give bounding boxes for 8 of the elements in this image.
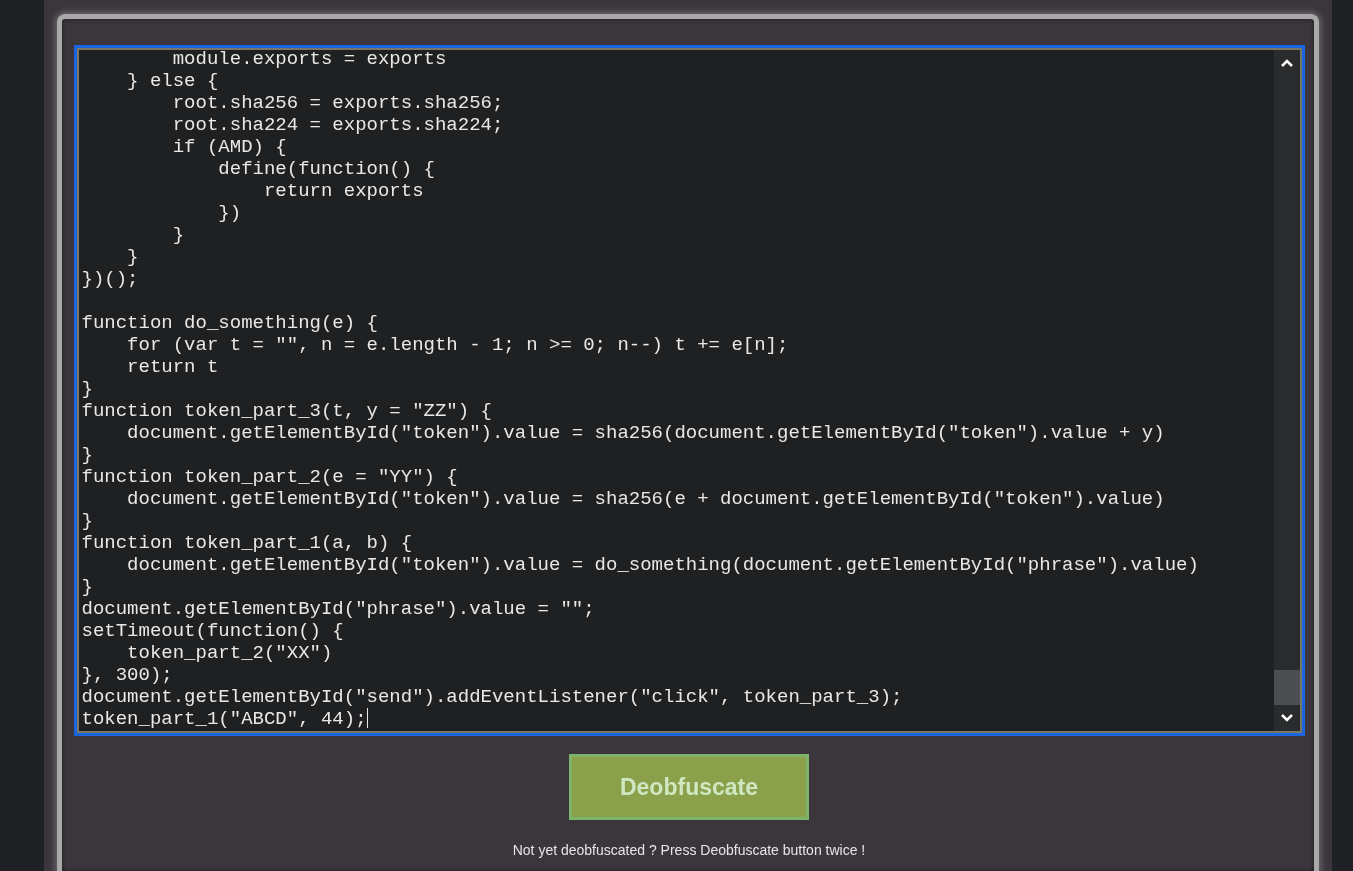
chevron-up-icon (1279, 58, 1294, 68)
hint-text: Not yet deobfuscated ? Press Deobfuscate button twice ! (512, 842, 866, 858)
text-cursor (366, 708, 368, 728)
scrollbar-thumb[interactable] (1273, 670, 1300, 705)
code-text: module.exports = exports } else { root.sha256 = exports.sha256; root.sha224 = exports.sha224; if (AMD) { define(function() { return exports }) } } })(); function do_something(e) { for (var t = "", n = e.length - 1; n >= 0; n--) t += e[n]; return t } function token_part_3(t, y = "ZZ") { document.getElementById("token").value = sha256(document.getElementById("token").value + y) } function token_part_2(e = "YY") { document.getElementById("token").value = sha256(e + document.getElementById("token").value) } function token_part_1(a, b) { document.getElementById("token").value = do_something(document.getElementById("phrase").value) } document.getElementById("phrase").value = ""; setTimeout(function() { token_part_2("XX") }, 300); document.getElementById("send").addEventListener("click", token_part_3); token_part_1("ABCD", 44); (80, 48, 1200, 732)
scrollbar[interactable] (1273, 50, 1300, 731)
deobfuscate-button[interactable]: Deobfuscate (569, 754, 809, 820)
chevron-down-icon (1279, 713, 1294, 723)
